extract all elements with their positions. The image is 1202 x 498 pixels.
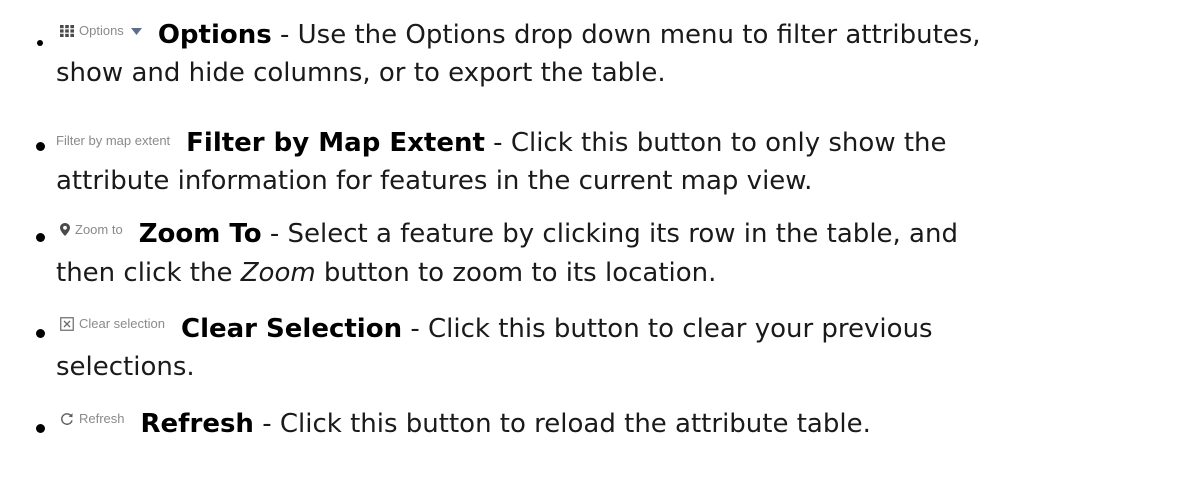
item-line-1: Clear selection Clear Selection - Click …: [56, 312, 933, 346]
options-button-label: Options: [79, 23, 124, 38]
refresh-button[interactable]: Refresh: [56, 409, 131, 429]
term-refresh: Refresh: [140, 409, 254, 439]
bullet: [36, 329, 45, 338]
clear-selection-button[interactable]: Clear selection: [56, 314, 171, 334]
zoom-to-button-label: Zoom to: [75, 221, 123, 237]
term-filter-by-map-extent: Filter by Map Extent: [186, 128, 485, 158]
description-continued-end: button to zoom to its location.: [315, 258, 717, 288]
item-line-1: Options Options - Use the Options drop d…: [56, 18, 981, 52]
bullet: [37, 40, 43, 46]
description: - Use the Options drop down menu to filt…: [271, 20, 981, 50]
item-line-2: then click the Zoom button to zoom to it…: [56, 256, 716, 290]
term-clear-selection: Clear Selection: [181, 314, 403, 344]
description-continued: then click the: [56, 258, 241, 288]
description: - Click this button to reload the attrib…: [253, 409, 871, 439]
description: - Select a feature by clicking its row i…: [261, 219, 958, 249]
description-continued: attribute information for features in th…: [56, 166, 813, 196]
item-line-2: show and hide columns, or to export the …: [56, 56, 666, 90]
term-options: Options: [157, 20, 272, 50]
bullet: [36, 233, 45, 242]
refresh-icon: [60, 412, 74, 426]
caret-down-icon: [130, 27, 142, 35]
bullet: [36, 424, 45, 433]
zoom-to-button[interactable]: Zoom to: [56, 219, 129, 240]
clear-selection-button-label: Clear selection: [79, 316, 165, 331]
clear-selection-icon: [60, 317, 74, 331]
item-line-2: selections.: [56, 350, 195, 384]
grid-icon: [60, 25, 74, 37]
filter-by-map-extent-button[interactable]: Filter by map extent: [56, 131, 177, 151]
item-line-2: attribute information for features in th…: [56, 164, 812, 198]
map-pin-icon: [60, 223, 70, 236]
term-zoom-to: Zoom To: [138, 219, 262, 249]
description-continued: show and hide columns, or to export the …: [56, 58, 666, 88]
description: - Click this button to clear your previo…: [402, 314, 933, 344]
item-line-1: Zoom to Zoom To - Select a feature by cl…: [56, 217, 958, 251]
item-line-1: Filter by map extent Filter by Map Exten…: [56, 126, 947, 160]
description-continued: selections.: [56, 352, 195, 382]
bullet: [36, 142, 45, 151]
refresh-button-label: Refresh: [79, 411, 125, 426]
zoom-emphasis: Zoom: [240, 258, 316, 288]
options-button[interactable]: Options: [56, 21, 148, 41]
description: - Click this button to only show the: [484, 128, 947, 158]
filter-button-label: Filter by map extent: [56, 133, 171, 148]
item-line-1: Refresh Refresh - Click this button to r…: [56, 407, 871, 441]
